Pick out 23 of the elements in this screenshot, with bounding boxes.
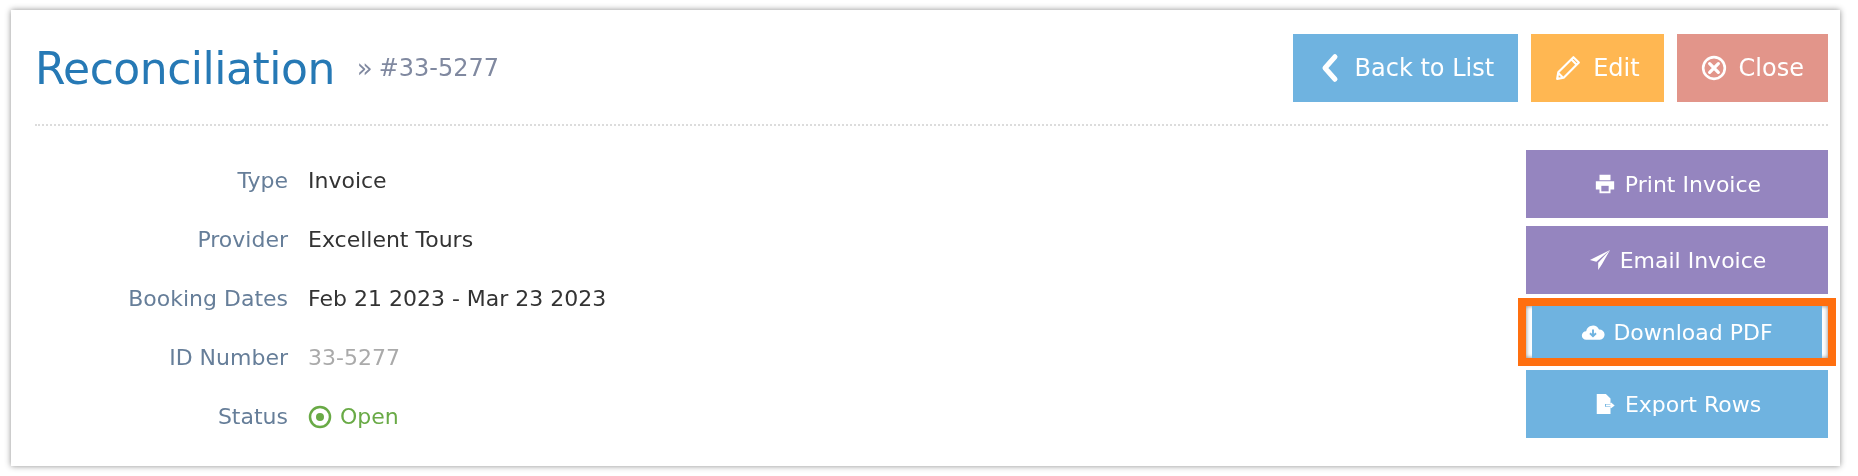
field-value: 33-5277	[308, 345, 400, 370]
field-label: Status	[216, 404, 288, 429]
page-title: Reconciliation	[35, 42, 335, 94]
field-label: ID Number	[168, 345, 288, 370]
status-icon	[308, 404, 332, 429]
field-value: Excellent Tours	[308, 227, 474, 252]
edit-button[interactable]: Edit	[1531, 34, 1664, 102]
print-button[interactable]: Print Invoice	[1526, 150, 1828, 218]
close-button[interactable]: Close	[1676, 34, 1828, 102]
pencil-icon	[1555, 53, 1582, 83]
back-button[interactable]: Back to List	[1292, 34, 1519, 102]
record-number: #33-5277	[378, 54, 500, 82]
close-icon	[1700, 53, 1727, 83]
field-value: Feb 21 2023 - Mar 23 2023	[308, 286, 607, 311]
export-button[interactable]: Export Rows	[1526, 370, 1828, 438]
status-value: Open	[340, 404, 399, 429]
field-value: Invoice	[308, 168, 387, 193]
email-button[interactable]: Email Invoice	[1526, 226, 1828, 294]
field-label: Provider	[196, 227, 288, 252]
download-button[interactable]: Download PDF	[1532, 306, 1822, 358]
field-label: Booking Dates	[127, 286, 288, 311]
breadcrumb-separator: »	[356, 53, 373, 83]
field-label: Type	[236, 168, 288, 193]
